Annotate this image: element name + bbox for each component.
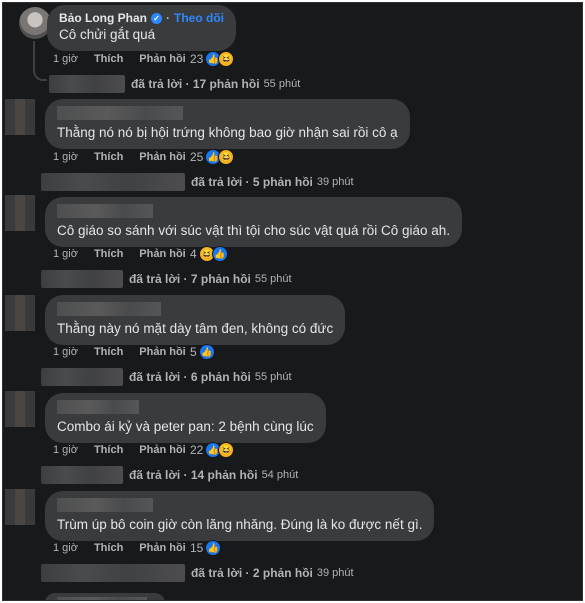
comment-time[interactable]: 1 giờ xyxy=(53,151,78,163)
comment-actions: 1 giờ Thích Phản hồi xyxy=(53,542,202,554)
reaction-summary[interactable]: 5 👍 xyxy=(190,344,215,360)
reply-button[interactable]: Phản hồi xyxy=(139,444,185,456)
reaction-count: 23 xyxy=(190,52,204,66)
comment-bubble: Trùm úp bô coin giờ còn lăng nhăng. Đúng… xyxy=(45,491,435,541)
like-icon: 👍 xyxy=(205,540,222,556)
comment-bubble: Bảo Long Phan ✓ · Theo dõi Cô chửi gắt q… xyxy=(47,5,236,51)
comment-author-blurred xyxy=(57,106,183,120)
replier-avatars xyxy=(41,466,123,484)
comment-author-blurred xyxy=(57,597,147,600)
comment-author-blurred xyxy=(57,498,153,512)
comment-text: Combo ái kỷ và peter pan: 2 bệnh cùng lú… xyxy=(57,419,314,434)
replier-avatars xyxy=(41,173,185,191)
comment-bubble: Thằng nó nó bị hội trứng không bao giờ n… xyxy=(45,99,410,149)
replies-summary: đã trả lời · 5 phản hồi xyxy=(191,175,313,189)
reaction-summary[interactable]: 23 👍 😆 xyxy=(190,51,235,67)
comment-text: Cô giáo so sánh với súc vật thì tội cho … xyxy=(57,223,451,238)
avatar[interactable] xyxy=(5,489,35,525)
replies-time: 54 phút xyxy=(261,469,299,481)
comment-text: Cô chửi gắt quá xyxy=(59,27,156,42)
avatar[interactable] xyxy=(5,295,35,331)
reaction-count: 15 xyxy=(190,541,204,555)
comment-author-blurred xyxy=(57,204,153,218)
reaction-count: 22 xyxy=(190,443,204,457)
comment-actions: 1 giờ Thích Phản hồi xyxy=(53,444,202,456)
replies-summary: đã trả lời · 2 phản hồi xyxy=(191,566,313,580)
reaction-count: 5 xyxy=(190,345,197,359)
like-button[interactable]: Thích xyxy=(94,542,123,554)
replies-summary: đã trả lời · 7 phản hồi xyxy=(129,272,251,286)
replier-avatars xyxy=(41,564,185,582)
replies-summary: đã trả lời · 14 phản hồi xyxy=(129,468,258,482)
comment-actions: 1 giờ Thích Phản hồi xyxy=(53,346,202,358)
replier-avatars xyxy=(41,270,123,288)
comment-author[interactable]: Bảo Long Phan xyxy=(59,11,147,25)
like-button[interactable]: Thích xyxy=(94,444,123,456)
separator-dot: · xyxy=(166,11,170,25)
reply-button[interactable]: Phản hồi xyxy=(139,53,185,65)
haha-icon: 😆 xyxy=(218,51,235,67)
like-icon: 👍 xyxy=(198,344,215,360)
replies-summary: đã trả lời · 6 phản hồi xyxy=(129,370,251,384)
reply-button[interactable]: Phản hồi xyxy=(139,151,185,163)
comment-time[interactable]: 1 giờ xyxy=(53,444,78,456)
reaction-summary[interactable]: 4 😆 👍 xyxy=(190,246,228,262)
comment-bubble: Combo ái kỷ và peter pan: 2 bệnh cùng lú… xyxy=(45,393,326,443)
replies-time: 55 phút xyxy=(254,371,292,383)
view-replies[interactable]: đã trả lời · 17 phản hồi 55 phút xyxy=(49,75,300,93)
comment-text: Thằng nó nó bị hội trứng không bao giờ n… xyxy=(57,125,398,140)
view-replies[interactable]: đã trả lời · 2 phản hồi 39 phút xyxy=(41,564,354,582)
like-button[interactable]: Thích xyxy=(94,248,123,260)
view-replies[interactable]: đã trả lời · 6 phản hồi 55 phút xyxy=(41,368,292,386)
replies-time: 39 phút xyxy=(316,176,354,188)
comment-time[interactable]: 1 giờ xyxy=(53,248,78,260)
reaction-count: 25 xyxy=(190,150,204,164)
reaction-summary[interactable]: 22 👍 😆 xyxy=(190,442,235,458)
replies-time: 39 phút xyxy=(316,567,354,579)
replies-time: 55 phút xyxy=(254,273,292,285)
haha-icon: 😆 xyxy=(218,149,235,165)
comment-bubble-partial xyxy=(45,593,165,600)
like-button[interactable]: Thích xyxy=(94,346,123,358)
comment-bubble: Thằng này nó mặt dày tâm đen, không có đ… xyxy=(45,295,346,345)
comment-time[interactable]: 1 giờ xyxy=(53,346,78,358)
comment-bubble: Cô giáo so sánh với súc vật thì tội cho … xyxy=(45,197,463,247)
view-replies[interactable]: đã trả lời · 5 phản hồi 39 phút xyxy=(41,173,354,191)
replier-avatars xyxy=(41,368,123,386)
comment-time[interactable]: 1 giờ xyxy=(53,542,78,554)
like-button[interactable]: Thích xyxy=(94,53,123,65)
reply-button[interactable]: Phản hồi xyxy=(139,248,185,260)
reply-button[interactable]: Phản hồi xyxy=(139,346,185,358)
replies-time: 55 phút xyxy=(263,78,301,90)
comment-actions: 1 giờ Thích Phản hồi xyxy=(53,151,202,163)
avatar[interactable] xyxy=(5,99,35,135)
comment-time[interactable]: 1 giờ xyxy=(53,53,78,65)
comment-actions: 1 giờ Thích Phản hồi xyxy=(53,248,202,260)
follow-button[interactable]: Theo dõi xyxy=(174,11,224,25)
replies-summary: đã trả lời · 17 phản hồi xyxy=(131,77,260,91)
comment-author-blurred xyxy=(57,400,139,414)
replier-avatars xyxy=(49,75,125,93)
like-icon: 👍 xyxy=(211,246,228,262)
avatar[interactable] xyxy=(5,195,35,231)
verified-badge-icon: ✓ xyxy=(151,12,162,24)
view-replies[interactable]: đã trả lời · 14 phản hồi 54 phút xyxy=(41,466,298,484)
comment-text: Thằng này nó mặt dày tâm đen, không có đ… xyxy=(57,321,334,336)
haha-icon: 😆 xyxy=(218,442,235,458)
thread-line xyxy=(33,41,47,81)
reply-button[interactable]: Phản hồi xyxy=(139,542,185,554)
reaction-summary[interactable]: 25 👍 😆 xyxy=(190,149,235,165)
comment-text: Trùm úp bô coin giờ còn lăng nhăng. Đúng… xyxy=(57,517,423,532)
comments-panel: Bảo Long Phan ✓ · Theo dõi Cô chửi gắt q… xyxy=(2,2,583,601)
like-button[interactable]: Thích xyxy=(94,151,123,163)
view-replies[interactable]: đã trả lời · 7 phản hồi 55 phút xyxy=(41,270,292,288)
comment-author-blurred xyxy=(57,302,161,316)
reaction-count: 4 xyxy=(190,247,197,261)
comment-actions: 1 giờ Thích Phản hồi xyxy=(53,53,202,65)
avatar[interactable] xyxy=(5,391,35,427)
reaction-summary[interactable]: 15 👍 xyxy=(190,540,222,556)
